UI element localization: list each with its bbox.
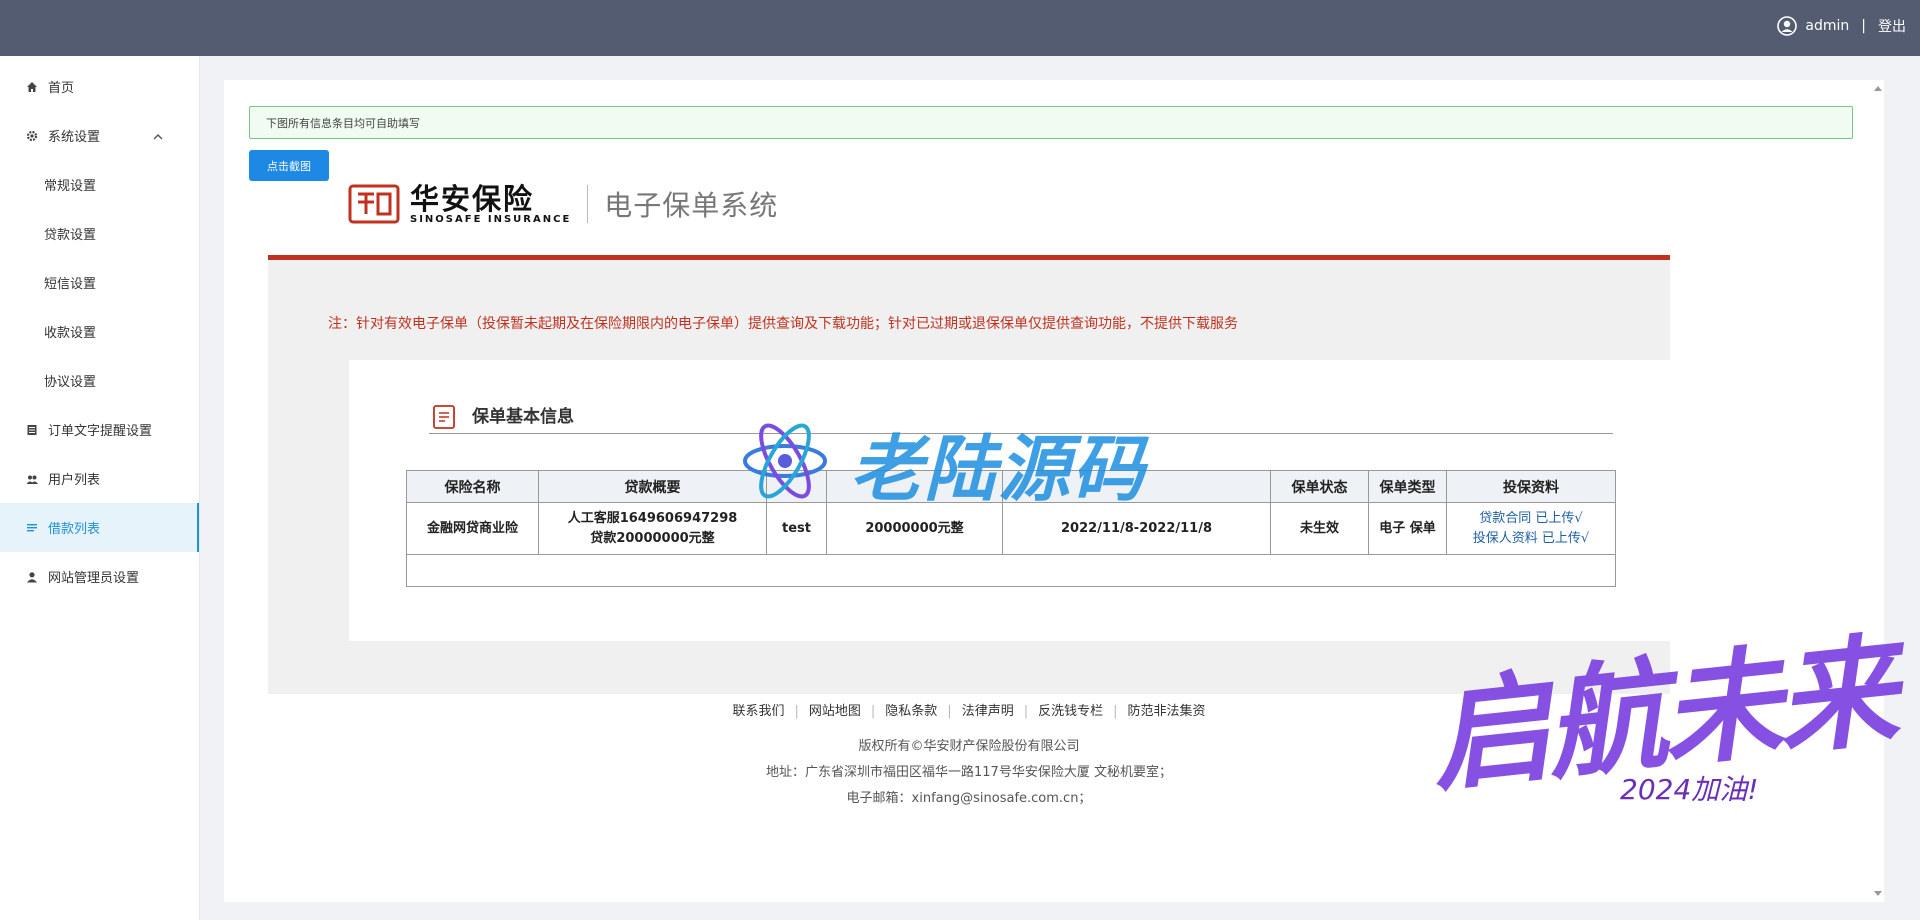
- info-notice: 下图所有信息条目均可自助填写: [249, 106, 1853, 139]
- sidebar-item-general-settings[interactable]: 常规设置: [0, 160, 199, 209]
- document-icon: [26, 424, 38, 436]
- chevron-up-icon: [153, 130, 163, 145]
- sidebar-item-label: 首页: [48, 81, 75, 96]
- sidebar-item-label: 订单文字提醒设置: [48, 424, 153, 439]
- cell-amount: 20000000元整: [826, 502, 1003, 555]
- sidebar-item-sms-settings[interactable]: 短信设置: [0, 258, 199, 307]
- cell-loan-summary: 人工客服1649606947298 贷款20000000元整: [538, 502, 767, 555]
- table-header-row: 保险名称 贷款概要 保单状态 保单类型 投保资料: [406, 470, 1616, 503]
- home-icon: [26, 81, 38, 93]
- sidebar-item-agreement-settings[interactable]: 协议设置: [0, 356, 199, 405]
- sidebar-item-label: 借款列表: [48, 522, 101, 537]
- sidebar-item-payment-settings[interactable]: 收款设置: [0, 307, 199, 356]
- footer-link-legal[interactable]: 法律声明: [952, 704, 1024, 719]
- sidebar: 首页 系统设置 常规设置 贷款设置 短信设置 收款设置 协议设置 订单文字提醒设…: [0, 56, 200, 920]
- sidebar-item-admin-settings[interactable]: 网站管理员设置: [0, 552, 199, 601]
- section-header: 保单基本信息: [429, 404, 1613, 434]
- gear-icon: [26, 130, 38, 142]
- sidebar-item-user-list[interactable]: 用户列表: [0, 454, 199, 503]
- brand-name-cn: 华安保险: [410, 181, 535, 216]
- sidebar-item-order-reminder-settings[interactable]: 订单文字提醒设置: [0, 405, 199, 454]
- sidebar-item-label: 协议设置: [44, 375, 97, 390]
- summary-line: 人工客服1649606947298: [567, 510, 738, 526]
- brand-name-en: SINOSAFE INSURANCE: [410, 213, 572, 225]
- cell-insurance-name: 金融网贷商业险: [406, 502, 539, 555]
- sidebar-item-label: 短信设置: [44, 277, 97, 292]
- scroll-up-arrow-icon[interactable]: [1874, 86, 1882, 91]
- sidebar-item-loan-settings[interactable]: 贷款设置: [0, 209, 199, 258]
- footer-link-aml[interactable]: 反洗钱专栏: [1028, 704, 1113, 719]
- table-row: 金融网贷商业险 人工客服1649606947298 贷款20000000元整 t…: [406, 502, 1616, 555]
- policy-notice: 注：针对有效电子保单（投保暂未起期及在保险期限内的电子保单）提供查询及下载功能；…: [328, 316, 1238, 332]
- footer-link-illegal-fundraising[interactable]: 防范非法集资: [1118, 704, 1216, 719]
- policy-document-icon: [432, 404, 456, 430]
- scrollbar[interactable]: [1874, 80, 1884, 902]
- footer-link-sitemap[interactable]: 网站地图: [799, 704, 871, 719]
- sidebar-item-label: 收款设置: [44, 326, 97, 341]
- user-icon: [26, 571, 38, 583]
- empty-cell: [406, 554, 1616, 587]
- cell-period: 2022/11/8-2022/11/8: [1002, 502, 1271, 555]
- insurer-logo-row: 华安保险 SINOSAFE INSURANCE 电子保单系统: [348, 184, 779, 225]
- footer-link-contact[interactable]: 联系我们: [722, 704, 794, 719]
- col-insurance-name: 保险名称: [406, 470, 539, 503]
- col-period: [1002, 470, 1271, 503]
- section-title: 保单基本信息: [472, 407, 574, 427]
- sidebar-item-loan-list[interactable]: 借款列表: [0, 503, 199, 552]
- footer-address: 地址：广东省深圳市福田区福华一路117号华安保险大厦 文秘机要室；: [766, 765, 1172, 780]
- user-area: admin | 登出: [1777, 0, 1906, 52]
- main-content: 下图所有信息条目均可自助填写 点击截图 华安保险 SINOSAFE INSURA…: [224, 80, 1884, 902]
- file-link[interactable]: 投保人资料 已上传√: [1447, 529, 1615, 549]
- policy-info-table: 保险名称 贷款概要 保单状态 保单类型 投保资料 金融网贷商业险 人工客服164…: [406, 470, 1616, 587]
- col-status: 保单状态: [1270, 470, 1369, 503]
- logo-divider: [587, 185, 589, 223]
- table-empty-row: [406, 554, 1616, 587]
- header-separator: |: [1861, 18, 1866, 34]
- scroll-down-arrow-icon[interactable]: [1874, 891, 1882, 896]
- sidebar-item-label: 网站管理员设置: [48, 571, 140, 586]
- screenshot-button[interactable]: 点击截图: [249, 150, 329, 181]
- sidebar-item-home[interactable]: 首页: [0, 62, 199, 111]
- notice-text: 下图所有信息条目均可自助填写: [266, 116, 420, 130]
- cell-borrower: test: [766, 502, 827, 555]
- logout-link[interactable]: 登出: [1878, 16, 1906, 36]
- list-icon: [26, 522, 38, 534]
- top-header: admin | 登出: [0, 0, 1920, 56]
- cell-files: 贷款合同 已上传√ 投保人资料 已上传√: [1446, 502, 1616, 555]
- summary-line: 贷款20000000元整: [590, 530, 715, 546]
- footer-link-privacy[interactable]: 隐私条款: [875, 704, 947, 719]
- footer-links: 联系我们 | 网站地图 | 隐私条款 | 法律声明 | 反洗钱专栏 | 防范非法集资: [224, 700, 1714, 719]
- user-avatar-icon[interactable]: [1777, 16, 1798, 36]
- col-type: 保单类型: [1368, 470, 1447, 503]
- policy-panel: 注：针对有效电子保单（投保暂未起期及在保险期限内的电子保单）提供查询及下载功能；…: [268, 260, 1670, 694]
- sidebar-item-label: 贷款设置: [44, 228, 97, 243]
- col-loan-summary: 贷款概要: [538, 470, 767, 503]
- policy-info-card: 保单基本信息 保险名称 贷款概要 保单状态 保单类型 投保资料 金融网贷商业险 …: [349, 360, 1670, 641]
- username[interactable]: admin: [1805, 18, 1849, 34]
- footer-email: 电子邮箱：xinfang@sinosafe.com.cn；: [846, 791, 1092, 806]
- cell-type: 电子 保单: [1368, 502, 1447, 555]
- file-link[interactable]: 贷款合同 已上传√: [1447, 509, 1615, 529]
- col-borrower: [766, 470, 827, 503]
- col-amount: [826, 470, 1003, 503]
- insurer-brand-text: 华安保险 SINOSAFE INSURANCE: [410, 184, 571, 225]
- insurer-logo-icon: [348, 184, 400, 224]
- cell-status: 未生效: [1270, 502, 1369, 555]
- sidebar-item-system-settings[interactable]: 系统设置: [0, 111, 199, 160]
- users-icon: [26, 473, 38, 485]
- footer-copyright: 版权所有©华安财产保险股份有限公司: [858, 739, 1080, 754]
- col-files: 投保资料: [1446, 470, 1616, 503]
- footer-link-separator: |: [1113, 704, 1118, 719]
- system-name: 电子保单系统: [604, 189, 779, 222]
- sidebar-item-label: 用户列表: [48, 473, 101, 488]
- sidebar-item-label: 常规设置: [44, 179, 97, 194]
- sidebar-item-label: 系统设置: [48, 130, 101, 145]
